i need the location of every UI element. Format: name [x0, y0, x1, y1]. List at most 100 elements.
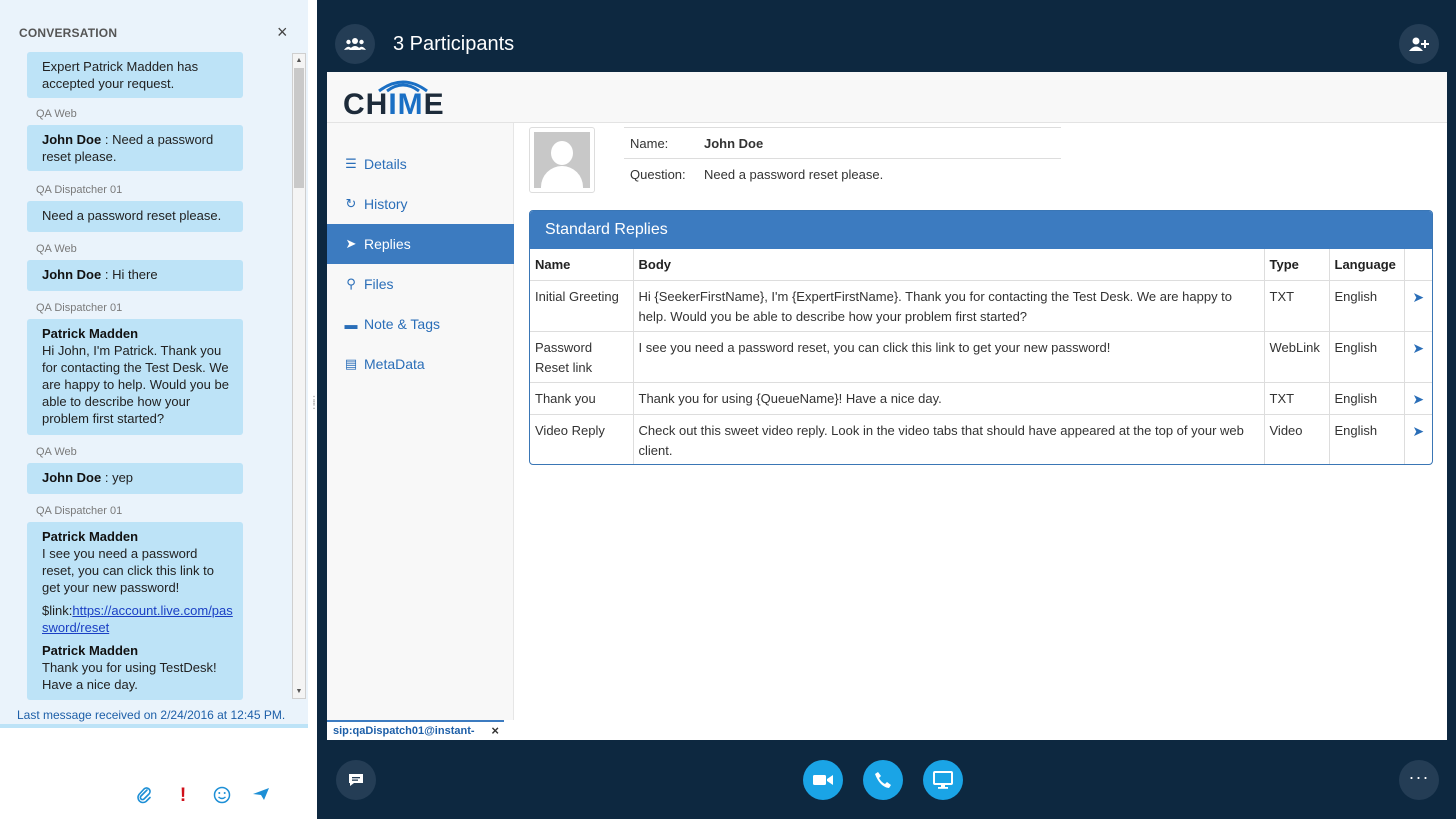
send-reply-button[interactable]: ➤: [1404, 414, 1432, 464]
reply-name: Video Reply: [530, 414, 634, 464]
screen-share-button[interactable]: [923, 760, 963, 800]
nav-label: MetaData: [364, 356, 425, 372]
table-icon: ▤: [344, 356, 358, 371]
more-options-button[interactable]: ···: [1399, 760, 1439, 800]
nav-note-tags[interactable]: ▬ Note & Tags: [327, 304, 514, 344]
table-row: Thank you Thank you for using {QueueName…: [530, 382, 1432, 415]
message-scrollbar[interactable]: ▲ ▼: [292, 53, 306, 699]
reply-body: Thank you for using {QueueName}! Have a …: [633, 382, 1265, 415]
reply-name: Password Reset link: [530, 331, 634, 383]
message-sender: QA Web: [36, 108, 77, 120]
message-author: Patrick Madden: [42, 643, 139, 658]
monitor-icon: [933, 771, 953, 789]
scroll-up-arrow-icon[interactable]: ▲: [293, 54, 305, 67]
reply-type: TXT: [1264, 382, 1330, 415]
send-reply-button[interactable]: ➤: [1404, 382, 1432, 415]
message-author: John Doe: [42, 132, 102, 147]
more-icon: ···: [1408, 766, 1430, 787]
chime-logo: CHIME: [343, 88, 445, 121]
reply-language: English: [1329, 414, 1405, 464]
column-header: Name: [530, 249, 634, 281]
message-text: Need a password reset please.: [42, 208, 222, 223]
call-window: 3 Participants CHIME ☰ Details ↻ History: [317, 0, 1456, 819]
name-label: Name:: [630, 135, 669, 151]
participants-count: 3 Participants: [393, 33, 515, 55]
nav-history[interactable]: ↻ History: [327, 184, 514, 224]
column-header: Body: [633, 249, 1265, 281]
message-bubble: Expert Patrick Madden has accepted your …: [27, 52, 243, 98]
send-reply-button[interactable]: ➤: [1404, 280, 1432, 332]
message-sender: QA Web: [36, 446, 77, 458]
call-button[interactable]: [863, 760, 903, 800]
send-icon[interactable]: ➤: [1412, 391, 1424, 407]
nav-label: Note & Tags: [364, 316, 441, 332]
send-icon[interactable]: ➤: [1412, 340, 1424, 356]
reply-name: Initial Greeting: [530, 280, 634, 332]
message-bubble: John Doe : Need a password reset please.: [27, 125, 243, 171]
reply-type: TXT: [1264, 280, 1330, 332]
message-author: Patrick Madden: [42, 326, 139, 341]
replies-table: Name Body Type Language Initial Greeting…: [530, 249, 1432, 464]
nav-label: Replies: [364, 236, 411, 252]
chat-button[interactable]: [336, 760, 376, 800]
message-text: Expert Patrick Madden has accepted your …: [42, 59, 199, 91]
participants-button[interactable]: [335, 24, 375, 64]
column-header: [1404, 249, 1432, 281]
emoji-icon[interactable]: [212, 786, 232, 806]
resize-handle[interactable]: ⋮ ⋮: [309, 396, 319, 411]
message-text: : Hi there: [101, 267, 158, 282]
message-text: Hi John, I'm Patrick. Thank you for cont…: [42, 343, 229, 426]
chime-app-frame: CHIME ☰ Details ↻ History ➤ Replies ⚲ Fi…: [327, 72, 1447, 720]
chat-bubble-icon: [349, 774, 363, 786]
reply-body: I see you need a password reset, you can…: [633, 331, 1265, 383]
scroll-thumb[interactable]: [294, 68, 304, 188]
video-camera-icon: [813, 775, 833, 785]
message-text: Thank you for using TestDesk! Have a nic…: [42, 660, 217, 692]
nav-replies[interactable]: ➤ Replies: [327, 224, 514, 264]
important-icon[interactable]: !: [173, 786, 193, 806]
list-icon: ☰: [345, 156, 357, 171]
last-message-status: Last message received on 2/24/2016 at 12…: [17, 708, 286, 722]
message-author: Patrick Madden: [42, 529, 139, 544]
send-icon[interactable]: [251, 786, 271, 806]
scroll-down-arrow-icon[interactable]: ▼: [293, 685, 305, 698]
standard-replies-panel: Standard Replies Name Body Type Language…: [529, 210, 1433, 465]
send-icon: ➤: [345, 236, 357, 251]
table-row: Video Reply Check out this sweet video r…: [530, 414, 1432, 464]
message-bubble: John Doe : yep: [27, 463, 243, 494]
nav-files[interactable]: ⚲ Files: [327, 264, 514, 304]
send-reply-button[interactable]: ➤: [1404, 331, 1432, 383]
question-value: Need a password reset please.: [704, 166, 884, 182]
nav-label: History: [364, 196, 408, 212]
column-header: Type: [1264, 249, 1330, 281]
message-sender: QA Dispatcher 01: [36, 505, 123, 517]
add-person-icon: [1409, 37, 1429, 51]
sip-address-tab[interactable]: sip:qaDispatch01@instant- ×: [327, 720, 504, 740]
table-row: Initial Greeting Hi {SeekerFirstName}, I…: [530, 280, 1432, 332]
reply-type: Video: [1264, 414, 1330, 464]
message-sender: QA Web: [36, 243, 77, 255]
reply-name: Thank you: [530, 382, 634, 415]
message-bubble: Patrick Madden I see you need a password…: [27, 522, 243, 700]
message-author: John Doe: [42, 267, 102, 282]
nav-details[interactable]: ☰ Details: [327, 144, 514, 184]
logo-bar: CHIME: [327, 72, 1447, 123]
message-author: John Doe: [42, 470, 102, 485]
message-sender: QA Dispatcher 01: [36, 184, 123, 196]
message-bubble: Need a password reset please.: [27, 201, 243, 232]
add-participant-button[interactable]: [1399, 24, 1439, 64]
reply-language: English: [1329, 331, 1405, 383]
send-icon[interactable]: ➤: [1412, 423, 1424, 439]
comment-icon: ▬: [344, 316, 358, 332]
close-icon[interactable]: ×: [491, 723, 499, 738]
message-text: : yep: [101, 470, 134, 485]
reply-body: Hi {SeekerFirstName}, I'm {ExpertFirstNa…: [633, 280, 1265, 332]
reply-body: Check out this sweet video reply. Look i…: [633, 414, 1265, 464]
send-icon[interactable]: ➤: [1412, 289, 1424, 305]
paperclip-icon[interactable]: [134, 786, 154, 806]
video-button[interactable]: [803, 760, 843, 800]
question-label: Question:: [630, 166, 686, 182]
table-row: Password Reset link I see you need a pas…: [530, 331, 1432, 383]
participants-icon: [344, 38, 366, 50]
nav-metadata[interactable]: ▤ MetaData: [327, 344, 514, 384]
